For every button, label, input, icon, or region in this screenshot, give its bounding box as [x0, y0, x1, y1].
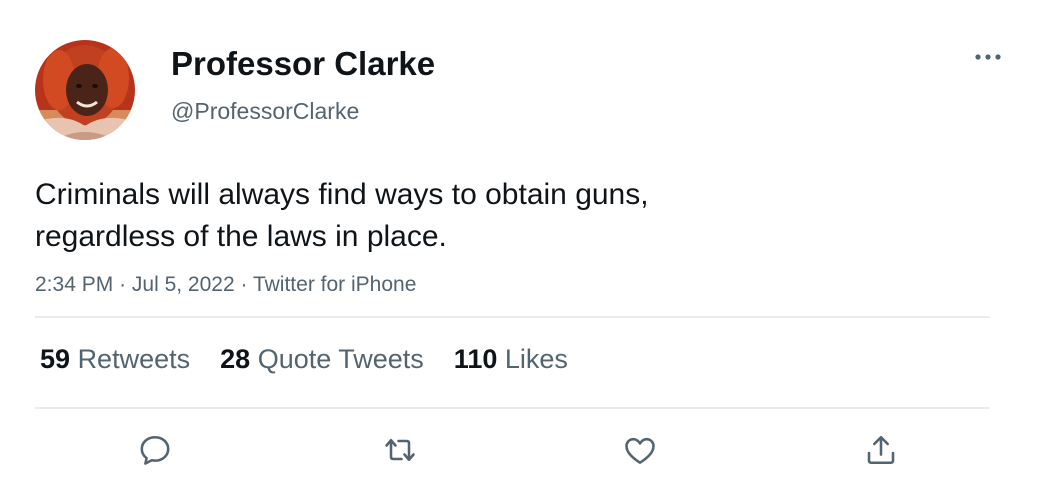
avatar[interactable]: [35, 40, 135, 140]
likes-stat[interactable]: 110 Likes: [454, 340, 568, 378]
reply-icon: [140, 435, 170, 465]
like-button[interactable]: [620, 430, 660, 470]
engagement-stats: 59 Retweets 28 Quote Tweets 110 Likes: [40, 340, 598, 378]
retweets-count: 59: [40, 344, 71, 374]
retweet-icon: [385, 438, 415, 462]
tweet-date[interactable]: Jul 5, 2022: [132, 273, 235, 296]
quote-tweets-count: 28: [220, 344, 251, 374]
divider: [35, 316, 990, 318]
retweet-button[interactable]: [380, 430, 420, 470]
reply-button[interactable]: [135, 430, 175, 470]
user-handle[interactable]: @ProfessorClarke: [171, 96, 359, 126]
share-icon: [867, 435, 895, 465]
tweet-meta: 2:34 PM · Jul 5, 2022 · Twitter for iPho…: [35, 271, 416, 299]
more-options-button[interactable]: [972, 46, 1004, 68]
tweet-text: Criminals will always find ways to obtai…: [35, 174, 855, 258]
quote-tweets-stat[interactable]: 28 Quote Tweets: [220, 340, 424, 378]
retweets-label: Retweets: [77, 344, 191, 374]
likes-count: 110: [453, 344, 498, 374]
likes-label: Likes: [504, 344, 568, 374]
divider: [35, 407, 990, 409]
tweet-source[interactable]: Twitter for iPhone: [253, 273, 416, 296]
display-name[interactable]: Professor Clarke: [171, 44, 435, 84]
quote-tweets-label: Quote Tweets: [257, 344, 424, 374]
tweet-text-line: regardless of the laws in place.: [35, 220, 447, 253]
meta-separator: ·: [119, 273, 127, 296]
tweet-time[interactable]: 2:34 PM: [35, 273, 113, 296]
tweet-text-line: Criminals will always find ways to obtai…: [35, 178, 649, 211]
heart-icon: [625, 437, 655, 465]
avatar-image: [35, 40, 135, 140]
meta-separator: ·: [240, 273, 248, 296]
share-button[interactable]: [861, 430, 901, 470]
retweets-stat[interactable]: 59 Retweets: [40, 340, 190, 378]
more-icon: [975, 54, 1001, 60]
